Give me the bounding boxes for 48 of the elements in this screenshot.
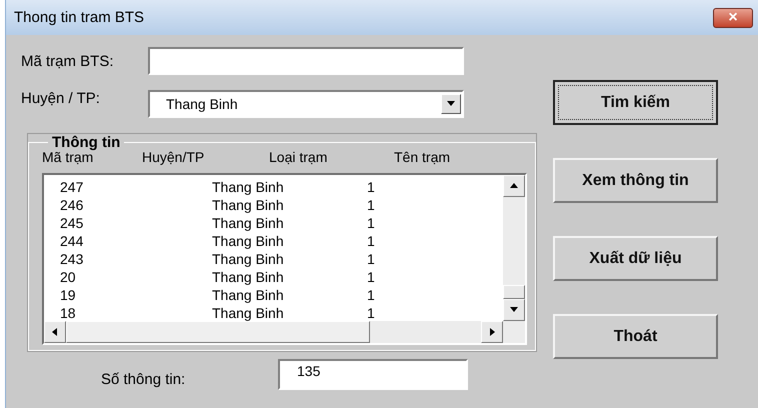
input-field[interactable] — [148, 47, 464, 75]
table-cell-text: Thang Binh — [212, 304, 285, 321]
results-list[interactable]: 247 Thang Binh 1 246 Thang Binh 1 245 Thang Binh 1 244 Thang Binh 1 243 Thang Binh 1 20 Thang Binh 1 19 Thang Binh 1 18 Thang Binh 1 — [42, 173, 527, 345]
action-button[interactable]: Tim kiếm — [553, 80, 718, 125]
table-cell-text: 243 — [59, 250, 84, 268]
district-dropdown[interactable]: Thang Binh — [148, 90, 464, 118]
table-cell-text: 1 — [367, 286, 376, 304]
group-title: Thông tin — [51, 134, 122, 151]
column-header: Mã trạm — [42, 149, 94, 167]
table-cell-text: 19 — [59, 286, 77, 304]
table-cell-text: Thang Binh — [212, 232, 285, 250]
table-cell-text: Thang Binh — [212, 214, 285, 232]
table-cell-text: Thang Binh — [212, 286, 285, 304]
scroll-thumb[interactable] — [66, 321, 370, 343]
scroll-down-icon[interactable] — [503, 299, 525, 321]
table-cell-text: 245 — [59, 214, 84, 232]
scrollbar-corner — [503, 321, 525, 343]
table-cell-text: 18 — [59, 304, 77, 321]
scroll-left-icon[interactable] — [44, 321, 66, 343]
table-cell-text: 1 — [367, 214, 376, 232]
field-label: Mã trạm BTS: — [21, 52, 115, 70]
table-cell-text: Thang Binh — [212, 250, 285, 268]
table-cell-text: Thang Binh — [212, 196, 285, 214]
table-cell-text: 1 — [367, 304, 376, 321]
field-label: Huyện / TP: — [21, 90, 101, 107]
table-cell-text: 1 — [367, 178, 376, 196]
action-button[interactable]: Thoát — [553, 314, 718, 359]
table-cell-text: 247 — [59, 178, 84, 196]
window-title: Thong tin tram BTS — [14, 9, 144, 26]
count-label: Số thông tin: — [101, 370, 186, 388]
table-cell-text: 1 — [367, 250, 376, 268]
action-button[interactable]: Xem thông tin — [553, 158, 718, 203]
table-cell-text: 20 — [59, 268, 77, 286]
column-header: Huyện/TP — [142, 149, 206, 167]
table-cell-text: Thang Binh — [212, 268, 285, 286]
count-field[interactable]: 135 — [278, 359, 468, 390]
scroll-up-icon[interactable] — [503, 175, 525, 197]
action-button[interactable]: Xuất dữ liệu — [553, 236, 718, 281]
table-cell-text: 244 — [59, 232, 84, 250]
table-cell-text: 1 — [367, 232, 376, 250]
scroll-right-icon[interactable] — [481, 321, 503, 343]
table-cell-text: Thang Binh — [212, 178, 285, 196]
column-header: Loại trạm — [269, 149, 328, 167]
column-header: Tên trạm — [394, 149, 452, 167]
table-cell-text: 1 — [367, 268, 376, 286]
scroll-thumb[interactable] — [503, 285, 525, 299]
table-cell-text: 246 — [59, 196, 84, 214]
table-cell-text: 1 — [367, 196, 376, 214]
